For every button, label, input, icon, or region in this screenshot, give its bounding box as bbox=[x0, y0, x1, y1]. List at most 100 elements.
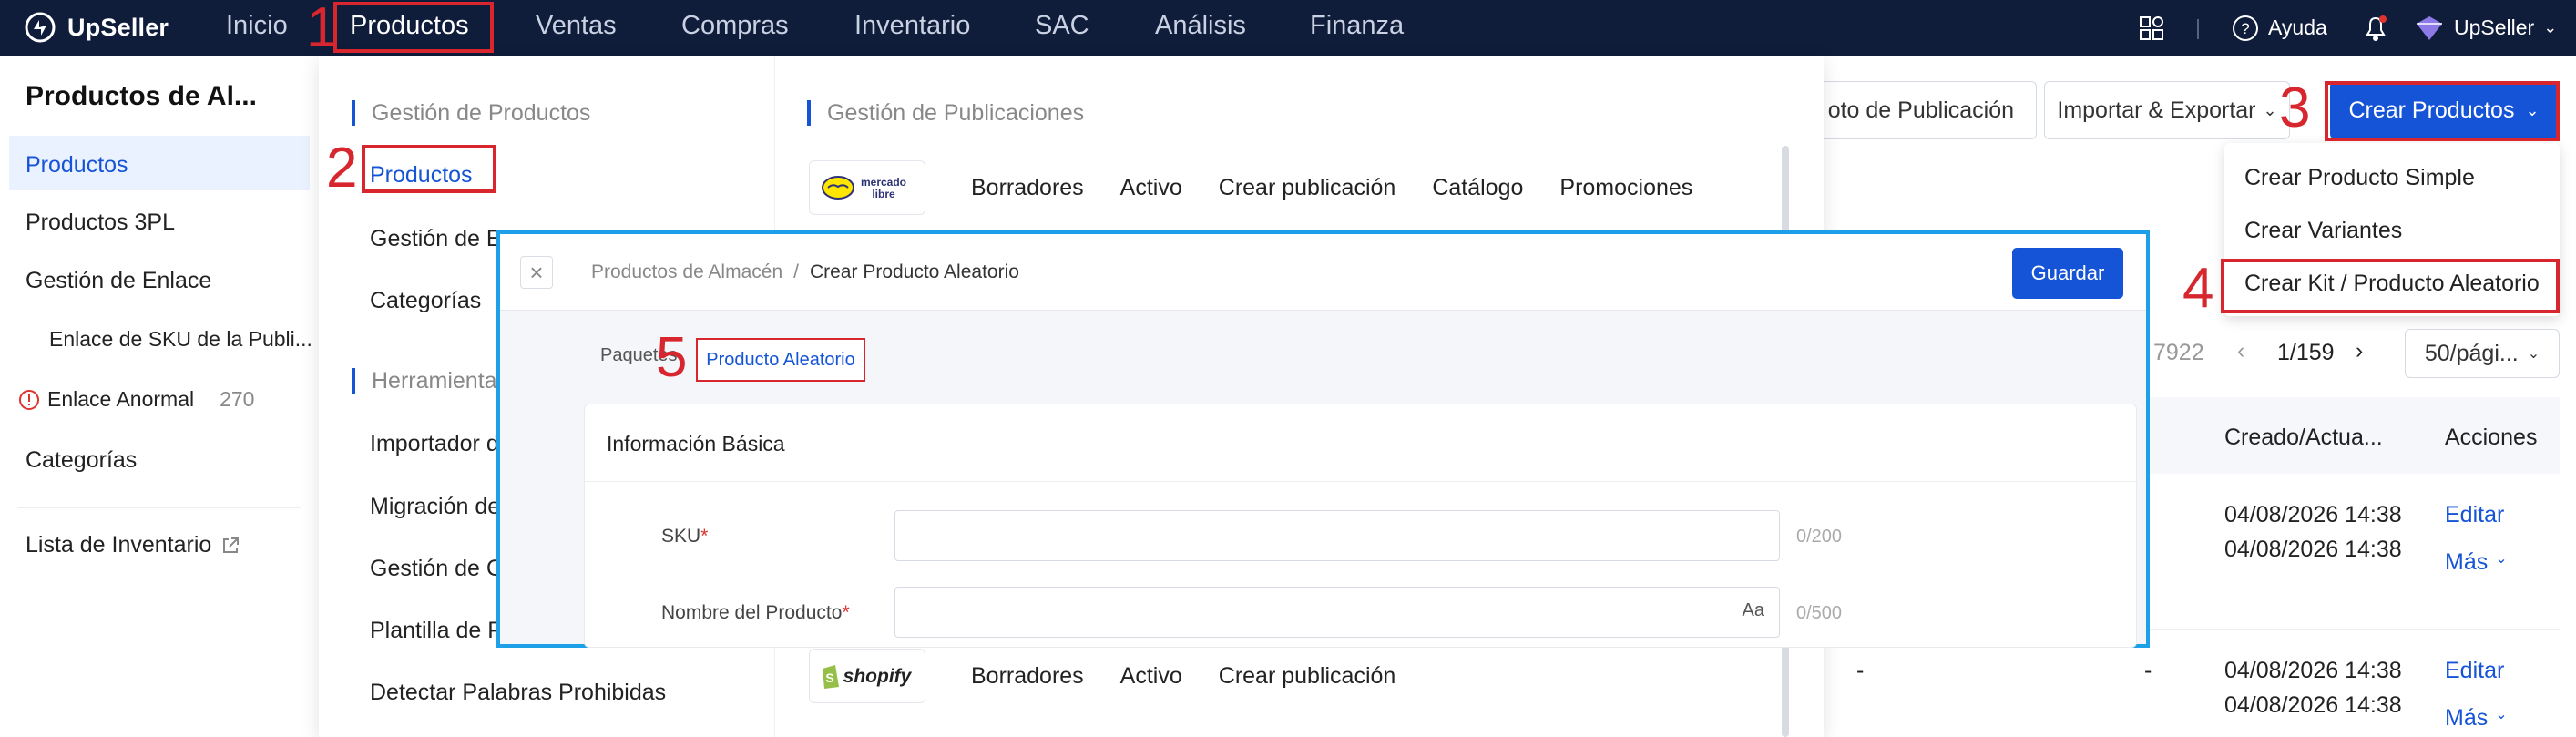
nav-inicio[interactable]: Inicio bbox=[226, 11, 288, 41]
help-button[interactable]: ? Ayuda bbox=[2232, 0, 2327, 56]
topbar-divider: | bbox=[2195, 15, 2201, 39]
mercadolibre-logo-text-1: mercado bbox=[861, 176, 906, 189]
row1-more-label: Más bbox=[2445, 549, 2489, 575]
row1-edit-link[interactable]: Editar bbox=[2445, 502, 2504, 528]
row2-more-link[interactable]: Más ⌄ bbox=[2445, 705, 2508, 732]
mega-link-importador[interactable]: Importador d bbox=[370, 431, 499, 457]
sidebar-item-lista-inventario[interactable]: Lista de Inventario bbox=[26, 532, 240, 558]
user-name: UpSeller bbox=[2454, 15, 2535, 39]
mercadolibre-logo-text-2: libre bbox=[872, 188, 895, 200]
ml-catalogo[interactable]: Catálogo bbox=[1432, 175, 1523, 201]
section-divider bbox=[585, 481, 2138, 482]
annotation-number-1: 1 bbox=[306, 0, 338, 59]
logo-text: UpSeller bbox=[67, 13, 169, 41]
text-case-icon[interactable]: Aa bbox=[1743, 600, 1764, 621]
product-name-label: Nombre del Producto* bbox=[661, 602, 850, 624]
chevron-down-icon: ⌄ bbox=[2495, 551, 2508, 567]
sidebar-item-productos-3pl[interactable]: Productos 3PL bbox=[26, 210, 175, 236]
mercadolibre-row: mercado libre Borradores Activo Crear pu… bbox=[809, 160, 1729, 215]
ml-borradores[interactable]: Borradores bbox=[971, 175, 1084, 201]
shopify-activo[interactable]: Activo bbox=[1120, 663, 1182, 690]
svg-text:S: S bbox=[825, 670, 833, 685]
ml-activo[interactable]: Activo bbox=[1120, 175, 1182, 201]
lista-inventario-label: Lista de Inventario bbox=[26, 532, 212, 558]
chevron-down-icon: ⌄ bbox=[2543, 18, 2558, 36]
crumb-parent[interactable]: Productos de Almacén bbox=[591, 261, 782, 282]
annotation-box-3 bbox=[2325, 81, 2560, 141]
nav-analisis[interactable]: Análisis bbox=[1155, 11, 1246, 41]
upseller-logo-icon bbox=[25, 12, 56, 43]
product-name-label-text: Nombre del Producto bbox=[661, 602, 843, 623]
create-random-product-modal: × Productos de Almacén / Crear Producto Al… bbox=[496, 230, 2150, 648]
shopify-crear-publicacion[interactable]: Crear publicación bbox=[1219, 663, 1396, 690]
import-export-button[interactable]: Importar & Exportar ⌄ bbox=[2044, 81, 2290, 139]
save-button[interactable]: Guardar bbox=[2012, 248, 2123, 299]
mercadolibre-logo: mercado libre bbox=[809, 160, 925, 215]
product-name-input[interactable]: Aa bbox=[894, 587, 1780, 638]
ml-crear-publicacion[interactable]: Crear publicación bbox=[1219, 175, 1396, 201]
external-link-icon bbox=[223, 537, 240, 553]
prev-page-icon[interactable]: ‹ bbox=[2237, 338, 2244, 364]
nav-ventas[interactable]: Ventas bbox=[536, 11, 617, 41]
modal-header: × Productos de Almacén / Crear Producto Al… bbox=[500, 234, 2146, 311]
sku-label-text: SKU bbox=[661, 526, 701, 547]
bell-icon[interactable] bbox=[2363, 0, 2388, 56]
shopify-logo-text: shopify bbox=[843, 666, 913, 687]
mega-link-gestion-e[interactable]: Gestión de E bbox=[370, 226, 502, 252]
chevron-down-icon: ⌄ bbox=[2495, 707, 2508, 722]
nav-inventario[interactable]: Inventario bbox=[854, 11, 970, 41]
breadcrumb: Productos de Almacén / Crear Producto Alea… bbox=[591, 261, 1019, 283]
sidebar-item-productos[interactable]: Productos bbox=[26, 152, 128, 179]
sku-label: SKU* bbox=[661, 526, 708, 548]
menu-crear-variantes[interactable]: Crear Variantes bbox=[2244, 218, 2402, 244]
apps-grid-icon[interactable] bbox=[2139, 0, 2164, 56]
crumb-separator: / bbox=[793, 261, 799, 282]
sku-input[interactable] bbox=[894, 510, 1780, 561]
sidebar-title: Productos de Al... bbox=[26, 81, 257, 111]
sku-char-count: 0/200 bbox=[1796, 527, 1843, 547]
mega-link-plantilla[interactable]: Plantilla de P bbox=[370, 618, 503, 644]
menu-crear-producto-simple[interactable]: Crear Producto Simple bbox=[2244, 165, 2475, 191]
nav-finanza[interactable]: Finanza bbox=[1310, 11, 1404, 41]
section-gestion-publicaciones: Gestión de Publicaciones bbox=[807, 100, 1084, 126]
sidebar-item-categorias[interactable]: Categorías bbox=[26, 447, 137, 474]
sidebar-item-enlace-sku[interactable]: Enlace de SKU de la Publi... bbox=[49, 327, 312, 352]
warning-circle-icon bbox=[19, 389, 39, 410]
row2-more-label: Más bbox=[2445, 705, 2489, 731]
annotation-box-2 bbox=[362, 145, 496, 193]
row1-updated: 04/08/2026 14:38 bbox=[2224, 537, 2402, 562]
required-mark: * bbox=[700, 526, 709, 547]
per-page-select[interactable]: 50/pági... ⌄ bbox=[2405, 329, 2560, 378]
annotation-box-1 bbox=[333, 2, 494, 53]
row1-more-link[interactable]: Más ⌄ bbox=[2445, 549, 2508, 576]
annotation-number-2: 2 bbox=[326, 137, 358, 200]
next-page-icon[interactable]: › bbox=[2356, 338, 2363, 364]
crumb-current: Crear Producto Aleatorio bbox=[809, 261, 1019, 282]
section-title: Información Básica bbox=[607, 432, 785, 456]
section-gestion-productos: Gestión de Productos bbox=[352, 100, 590, 126]
nav-sac[interactable]: SAC bbox=[1035, 11, 1089, 41]
mega-link-categorias[interactable]: Categorías bbox=[370, 288, 481, 314]
row2-edit-link[interactable]: Editar bbox=[2445, 658, 2504, 684]
enlace-anormal-label: Enlace Anormal bbox=[47, 387, 195, 411]
page-indicator: 1/159 bbox=[2277, 340, 2335, 365]
row1-created: 04/08/2026 14:38 bbox=[2224, 502, 2402, 527]
ml-promociones[interactable]: Promociones bbox=[1559, 175, 1692, 201]
upseller-logo[interactable]: UpSeller bbox=[24, 9, 169, 46]
help-icon: ? bbox=[2233, 15, 2258, 41]
user-menu[interactable]: UpSeller ⌄ bbox=[2414, 0, 2557, 56]
mega-link-migracion[interactable]: Migración de bbox=[370, 494, 500, 520]
mega-link-detectar-palabras[interactable]: Detectar Palabras Prohibidas bbox=[370, 680, 666, 706]
shopify-borradores[interactable]: Borradores bbox=[971, 663, 1084, 690]
nav-compras[interactable]: Compras bbox=[681, 11, 789, 41]
enlace-anormal-count: 270 bbox=[220, 387, 255, 411]
sidebar-item-enlace-anormal[interactable]: Enlace Anormal 270 bbox=[18, 387, 254, 412]
import-export-label: Importar & Exportar bbox=[2057, 97, 2256, 123]
annotation-number-5: 5 bbox=[656, 326, 688, 389]
chevron-down-icon: ⌄ bbox=[2527, 346, 2540, 362]
sidebar-item-gestion-enlace[interactable]: Gestión de Enlace bbox=[26, 268, 211, 294]
mega-link-gestion-c[interactable]: Gestión de C bbox=[370, 556, 503, 582]
tab-producto-aleatorio[interactable]: Producto Aleatorio bbox=[696, 338, 865, 382]
sidebar: Productos de Al... Productos Productos 3… bbox=[0, 56, 319, 737]
close-icon[interactable]: × bbox=[520, 256, 553, 289]
